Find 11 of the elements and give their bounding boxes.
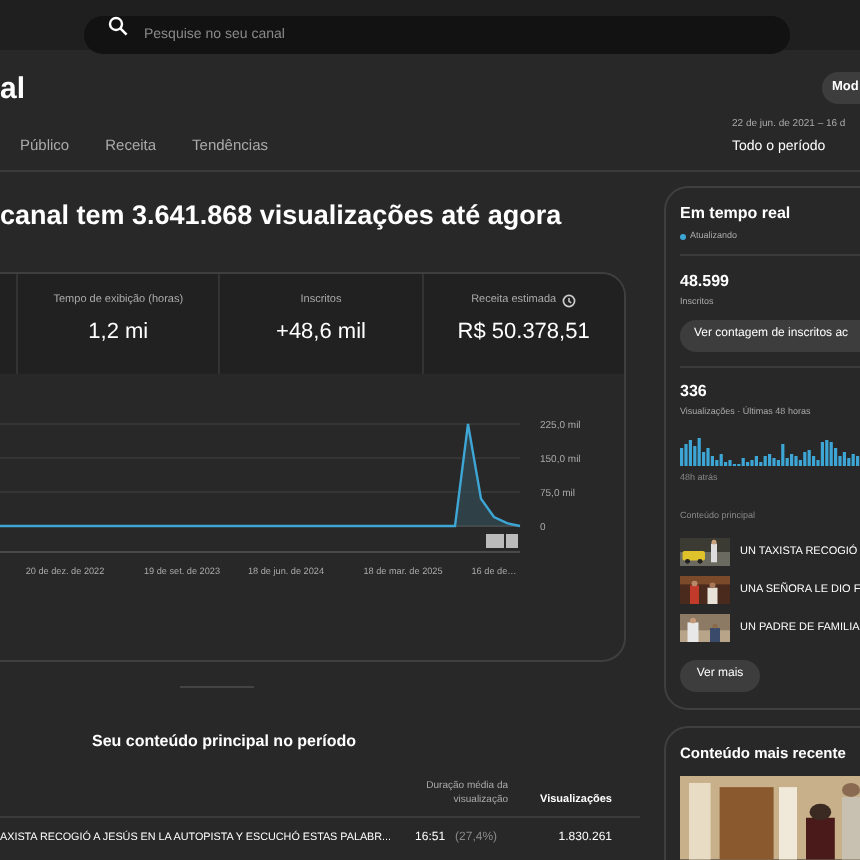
metric-value: R$ 50.378,51 bbox=[457, 318, 590, 349]
clock-icon bbox=[562, 293, 577, 308]
metric-value: +48,6 mil bbox=[276, 318, 366, 349]
view-count: 336 bbox=[680, 379, 709, 403]
search-icon bbox=[108, 16, 128, 36]
headline: canal tem 3.641.868 visualizações até agora bbox=[0, 198, 564, 234]
subscriber-count: 48.599 bbox=[680, 269, 731, 294]
section-title: Seu conteúdo principal no período bbox=[92, 730, 359, 754]
metric-value: 1,2 mi bbox=[88, 318, 149, 349]
card-title: Em tempo real bbox=[680, 202, 793, 226]
channel-title: al bbox=[0, 72, 28, 108]
